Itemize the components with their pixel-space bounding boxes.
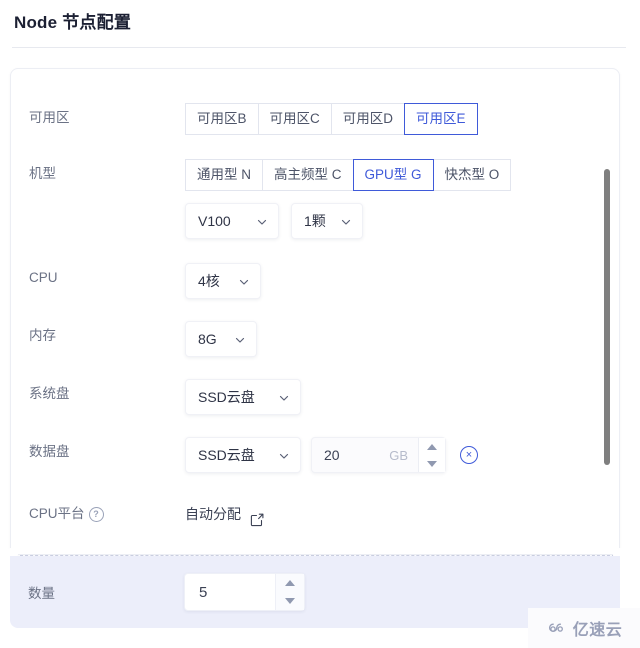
help-circle-icon[interactable]: ? [88,506,104,522]
machine-type-segmented-group[interactable]: 通用型 N 高主频型 C GPU型 G 快杰型 O [185,159,512,191]
machine-type-option-o[interactable]: 快杰型 O [433,159,512,191]
zone-option-e[interactable]: 可用区E [404,103,478,135]
quantity-increment-button[interactable] [276,574,304,592]
cpu-platform-value: 自动分配 [185,506,241,522]
cpu-value: 4核 [198,273,220,289]
system-disk-control: SSD云盘 [185,379,301,415]
cpu-platform-label: CPU平台 ? [29,499,185,529]
form-row-cpu-platform: CPU平台 ? 自动分配 [11,499,619,535]
quantity-stepper-group: 5 [184,573,305,611]
gpu-model-value: V100 [198,213,231,229]
caret-up-icon [427,443,437,450]
zone-control: 可用区B 可用区C 可用区D 可用区E [185,103,478,135]
zone-segmented-group[interactable]: 可用区B 可用区C 可用区D 可用区E [185,103,478,135]
gpu-model-select[interactable]: V100 [185,203,279,239]
gpu-count-select[interactable]: 1颗 [291,203,363,239]
watermark: 亿速云 [528,608,640,648]
quantity-input[interactable]: 5 [185,574,275,610]
form-row-cpu: CPU 4核 [11,263,619,299]
machine-type-control: 通用型 N 高主频型 C GPU型 G 快杰型 O [185,159,512,191]
memory-label: 内存 [29,328,56,343]
page-header: Node 节点配置 [0,0,640,38]
form-row-system-disk: 系统盘 SSD云盘 [11,379,619,415]
cpu-platform-value-group[interactable]: 自动分配 [185,499,264,529]
machine-type-option-n[interactable]: 通用型 N [185,159,262,191]
form-row-data-disk: 数据盘 SSD云盘 20 GB × [11,437,619,473]
system-disk-select[interactable]: SSD云盘 [185,379,301,415]
chevron-down-icon [256,215,268,227]
data-disk-size-increment-button[interactable] [419,438,445,455]
machine-type-label: 机型 [29,166,56,181]
data-disk-size-input[interactable]: 20 GB [312,438,418,472]
data-disk-size-value: 20 [324,447,340,463]
data-disk-type-select[interactable]: SSD云盘 [185,437,301,473]
zone-option-b[interactable]: 可用区B [185,103,258,135]
data-disk-control: SSD云盘 20 GB × [185,437,478,473]
edit-box-icon[interactable] [250,507,264,527]
quantity-value: 5 [199,583,208,601]
chevron-down-icon [278,391,290,403]
cpu-platform-label-text: CPU平台 [29,506,85,521]
gpu-count-value: 1颗 [304,213,326,229]
memory-value: 8G [198,331,217,347]
zone-option-d[interactable]: 可用区D [330,103,405,135]
system-disk-value: SSD云盘 [198,389,255,405]
data-disk-label: 数据盘 [29,444,70,459]
zone-option-c[interactable]: 可用区C [257,103,331,135]
cpu-platform-control: 自动分配 [185,499,264,529]
watermark-text: 亿速云 [572,622,623,639]
caret-down-icon [285,598,295,604]
machine-type-option-g[interactable]: GPU型 G [352,159,434,191]
data-disk-size-unit: GB [389,447,408,463]
form-row-zone: 可用区 可用区B 可用区C 可用区D 可用区E [11,103,619,139]
quantity-decrement-button[interactable] [276,592,304,610]
cloud-logo-icon [546,621,568,635]
card-scrollbar-thumb[interactable] [604,169,610,465]
data-disk-type-value: SSD云盘 [198,447,255,463]
config-form: 可用区 可用区B 可用区C 可用区D 可用区E 机型 通用型 N 高主频型 C … [11,69,619,535]
header-divider [12,47,626,48]
cpu-label: CPU [29,270,58,285]
caret-up-icon [285,580,295,586]
page-title: Node 节点配置 [14,13,132,32]
system-disk-label: 系统盘 [29,386,70,401]
chevron-down-icon [278,449,290,461]
zone-label: 可用区 [29,110,70,125]
chevron-down-icon [340,215,352,227]
gpu-control: V100 1颗 [185,203,363,239]
form-row-machine-type: 机型 通用型 N 高主频型 C GPU型 G 快杰型 O [11,159,619,195]
machine-type-option-c[interactable]: 高主频型 C [262,159,353,191]
caret-down-icon [427,460,437,467]
cpu-select[interactable]: 4核 [185,263,261,299]
data-disk-remove-button[interactable]: × [460,446,478,464]
node-config-card: 可用区 可用区B 可用区C 可用区D 可用区E 机型 通用型 N 高主频型 C … [10,68,620,555]
data-disk-size-stepper [418,438,445,472]
data-disk-size-decrement-button[interactable] [419,455,445,472]
cpu-control: 4核 [185,263,261,299]
memory-control: 8G [185,321,257,357]
form-row-memory: 内存 8G [11,321,619,357]
quantity-stepper [275,574,304,610]
chevron-down-icon [234,333,246,345]
data-disk-size-group: 20 GB [311,437,446,473]
chevron-down-icon [238,275,250,287]
memory-select[interactable]: 8G [185,321,257,357]
form-row-gpu: V100 1颗 [11,203,619,239]
quantity-label: 数量 [28,586,55,601]
